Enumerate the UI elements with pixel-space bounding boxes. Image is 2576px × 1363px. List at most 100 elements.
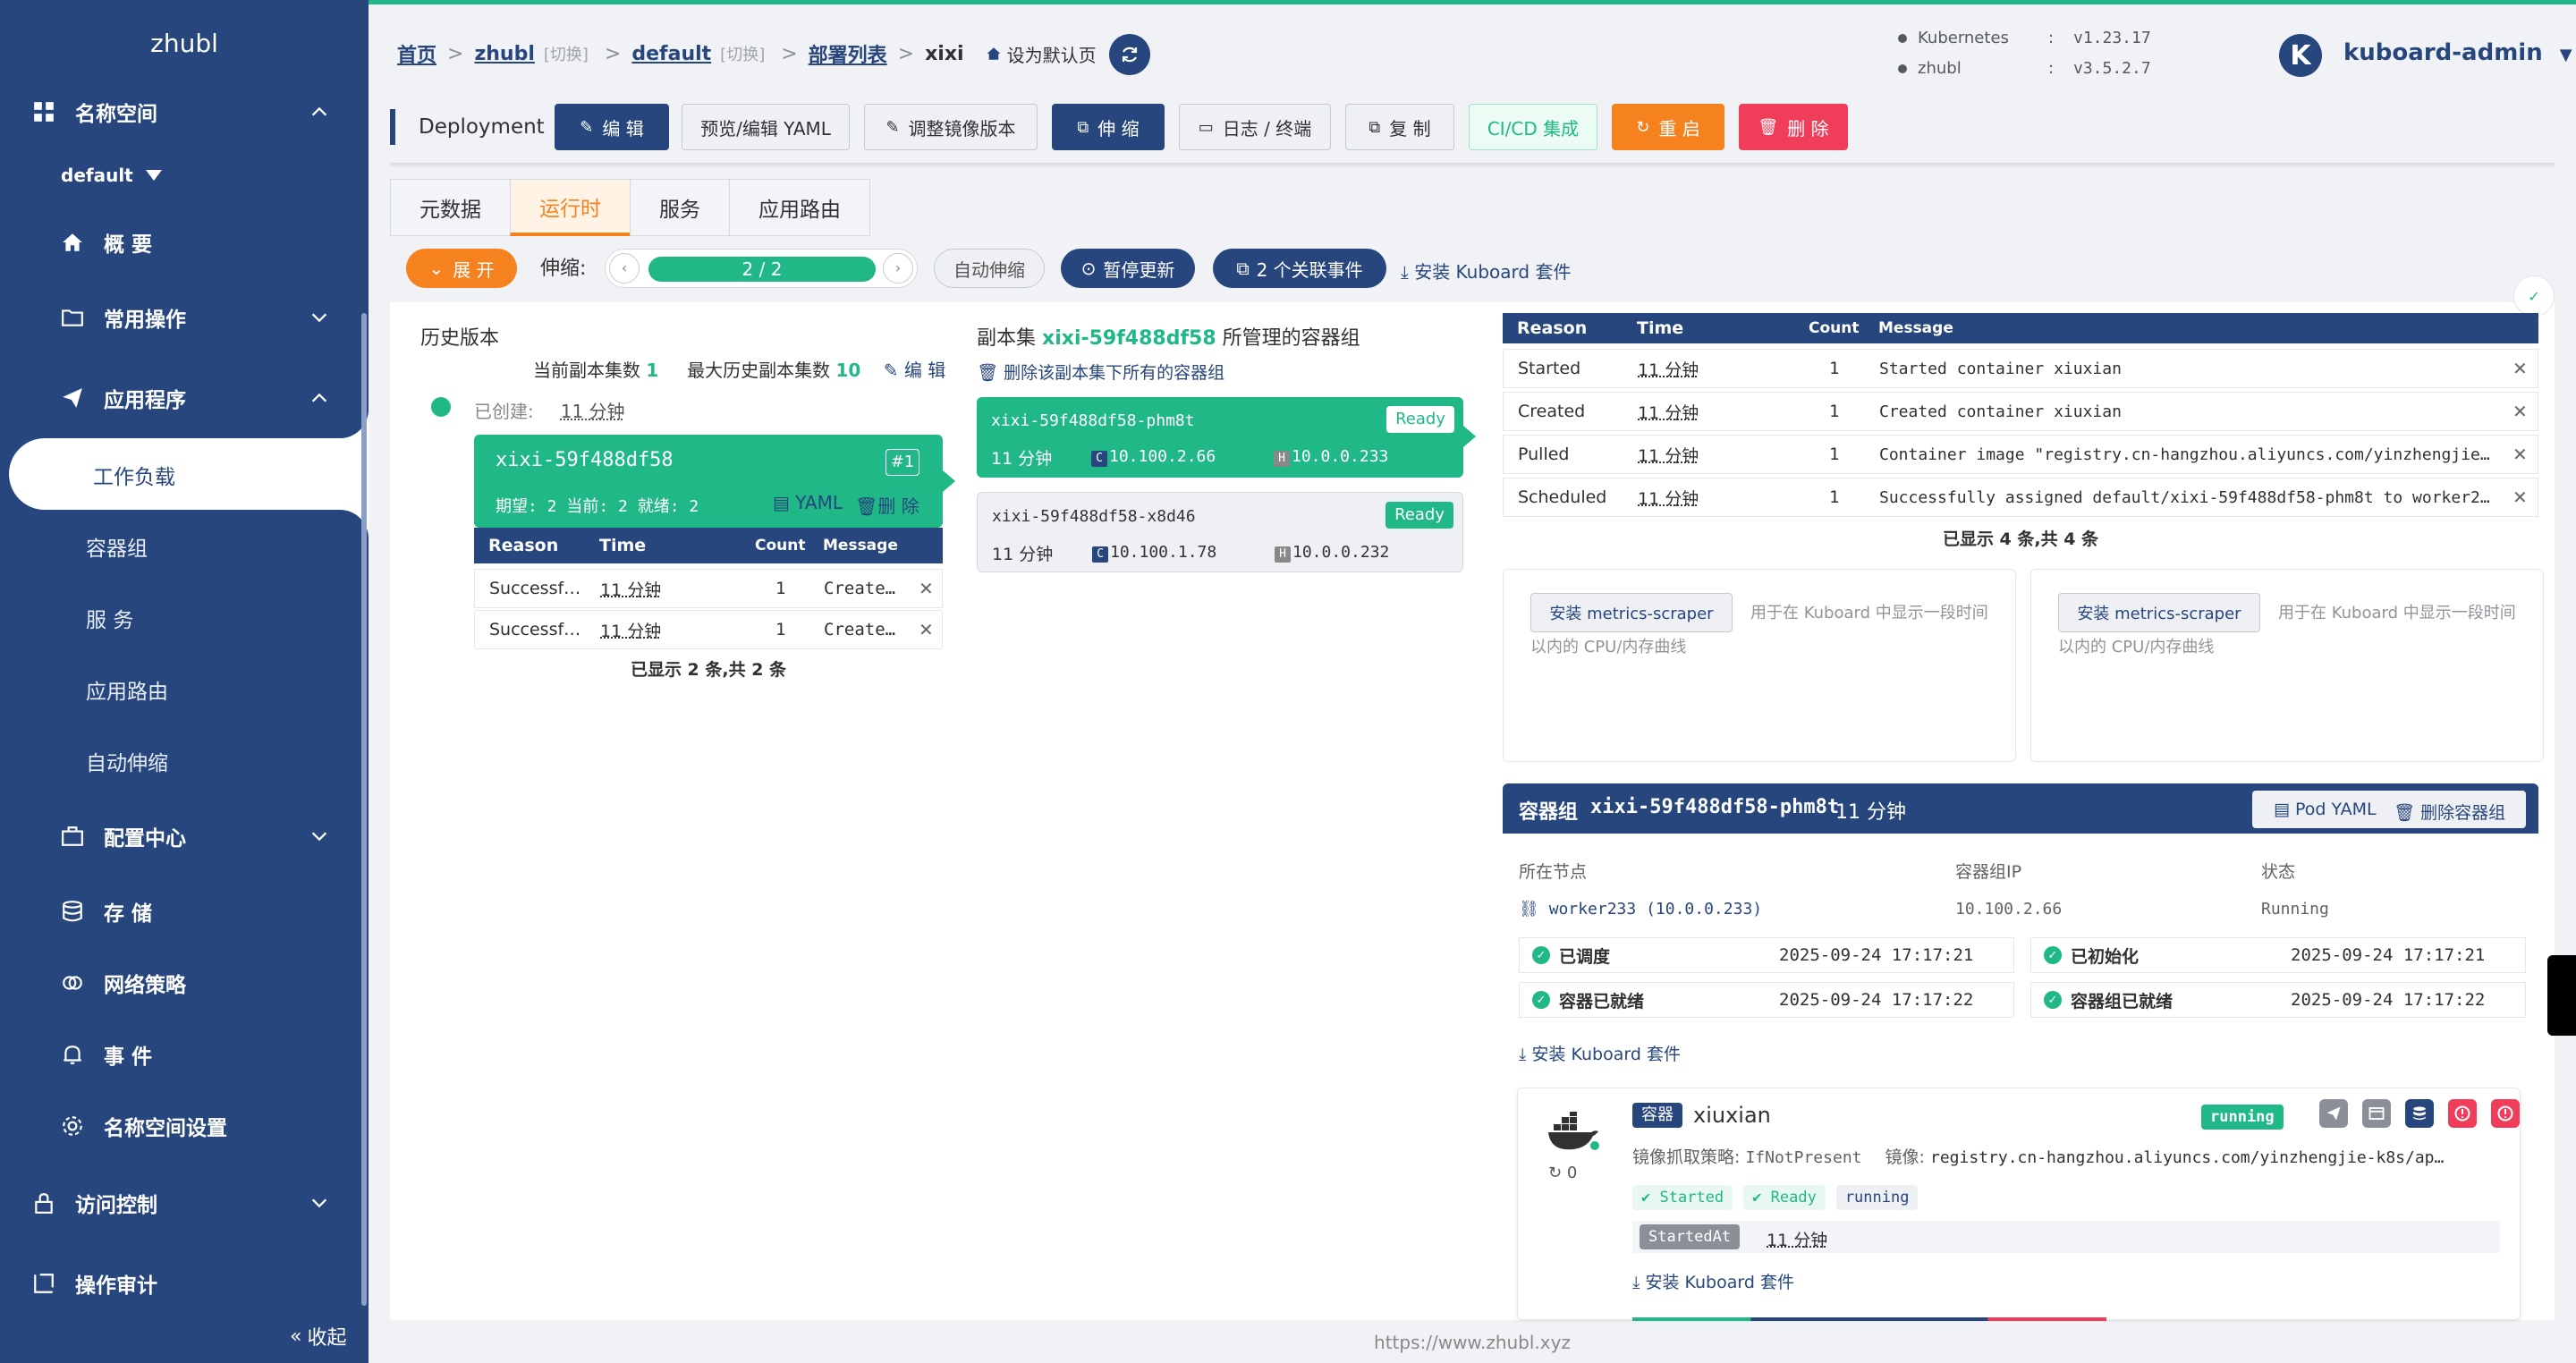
install-kuboard-link[interactable]: ⤓ 安装 Kuboard 套件 [1632,1269,1794,1293]
scale-button[interactable]: ⧉ 伸 缩 [1052,104,1165,150]
trash-icon: 🗑 [977,363,1004,383]
alert-icon[interactable] [2448,1099,2477,1128]
column-header: Count [755,537,806,555]
chevron-up-icon[interactable] [309,102,329,122]
sidebar-item-services[interactable]: 服 务 [86,603,133,633]
sidebar-item-ingress[interactable]: 应用路由 [86,674,168,705]
close-icon[interactable]: ✕ [2512,487,2528,508]
pause-update-button[interactable]: ⊙ 暂停更新 [1061,249,1195,288]
chevron-up-icon[interactable] [309,388,329,408]
replicaset-card[interactable]: xixi-59f488df58 #1 期望: 2 当前: 2 就绪: 2 ▤ Y… [474,435,955,528]
side-panel-tab[interactable] [2547,955,2576,1036]
replica-stepper[interactable]: ‹ 2 / 2 › [605,249,918,288]
check-circle-icon: ✓ [1532,946,1550,964]
condition-label: 容器组已就绪 [2071,991,2174,1012]
delete-all-pods-link[interactable]: 🗑 删除该副本集下所有的容器组 [977,360,1224,384]
collapse-button[interactable]: « 收起 [290,1322,346,1350]
tab-ingress[interactable]: 应用路由 [729,179,870,236]
sidebar-item-ns-settings[interactable]: 名称空间设置 [61,1104,227,1148]
autoscale-button[interactable]: 自动伸缩 [934,249,1045,288]
sidebar-item-netpolicy[interactable]: 网络策略 [61,961,186,1005]
logs-terminal-button[interactable]: ▭ 日志 / 终端 [1179,104,1331,150]
container-ip-icon: C [1092,546,1108,563]
set-default-page-link[interactable]: 设为默认页 [1007,41,1097,67]
decrease-replicas-button[interactable]: ‹ [609,253,640,284]
user-menu[interactable]: kuboard-admin ▼ [2343,39,2572,66]
copy-button[interactable]: ⧉ 复 制 [1345,104,1454,150]
sidebar-scrollbar[interactable] [361,313,367,1306]
sidebar-item-access[interactable]: 访问控制 [32,1181,157,1225]
chevron-down-icon[interactable] [309,1193,329,1213]
install-metrics-scraper-button[interactable]: 安装 metrics-scraper [2058,593,2260,632]
replicaset-status: 期望: 2 当前: 2 就绪: 2 [496,497,699,516]
chevron-right-icon: > [604,42,622,65]
pod-card[interactable]: xixi-59f488df58-x8d46 Ready 11 分钟 C 10.10… [977,492,1463,572]
replicaset-yaml-link[interactable]: ▤ YAML [773,492,843,513]
condition-time: 2025-09-24 17:17:21 [2291,945,2486,965]
switch-namespace-link[interactable]: [切换] [720,42,765,65]
database-icon[interactable] [2405,1099,2434,1128]
close-icon[interactable]: ✕ [2512,444,2528,465]
sidebar-item-autoscale[interactable]: 自动伸缩 [86,746,168,776]
chevron-down-icon[interactable] [309,826,329,846]
namespace-select[interactable]: default [61,165,164,186]
replicaset-delete-link[interactable]: 🗑删 除 [855,492,919,518]
delete-button[interactable]: 🗑 删 除 [1739,104,1848,150]
namespace-value: default [61,165,133,186]
restart-count-value: 0 [1566,1164,1578,1182]
sidebar-item-label: 存 储 [104,902,153,926]
tab-metadata[interactable]: 元数据 [390,179,510,236]
alert-icon[interactable] [2491,1099,2520,1128]
close-icon[interactable]: ✕ [2512,401,2528,422]
event-reason: Created [1518,402,1586,421]
resource-bar [1632,1317,2106,1321]
sidebar-item-events[interactable]: 事 件 [61,1032,152,1077]
avatar[interactable]: K [2279,34,2322,77]
cicd-button[interactable]: CI/CD 集成 [1469,104,1597,150]
restart-button[interactable]: ↻ 重 启 [1612,104,1724,150]
check-icon[interactable]: ✓ [2513,275,2555,317]
sidebar-item-overview[interactable]: 概 要 [61,220,152,265]
tab-services[interactable]: 服务 [630,179,729,236]
close-icon[interactable]: ✕ [2512,358,2528,379]
delete-label: 删 除 [1787,117,1829,140]
install-kuboard-link[interactable]: ⤓ 安装 Kuboard 套件 [1401,258,1571,284]
close-icon[interactable]: ✕ [919,619,934,640]
sidebar-item-apps[interactable]: 应用程序 [61,376,186,420]
switch-cluster-link[interactable]: [切换] [544,42,589,65]
terminal-icon[interactable] [2362,1099,2391,1128]
edit-button[interactable]: ✎ 编 辑 [555,104,669,150]
sidebar-item-pods[interactable]: 容器组 [86,531,148,562]
close-icon[interactable]: ✕ [919,578,934,599]
adjust-image-button[interactable]: ✎ 调整镜像版本 [864,104,1038,150]
breadcrumb-home[interactable]: 首页 [397,39,436,68]
preview-yaml-button[interactable]: 预览/编辑 YAML [682,104,850,150]
sidebar-item-audit[interactable]: 操作审计 [32,1261,157,1306]
image-label: 镜像: [1885,1147,1925,1167]
node-link[interactable]: ⛓ worker233 (10.0.0.233) [1519,900,1762,919]
increase-replicas-button[interactable]: › [883,253,913,284]
related-events-button[interactable]: ⧉ 2 个关联事件 [1213,249,1386,288]
pod-yaml-button[interactable]: ▤ Pod YAML [2274,800,2377,819]
version-value: v1.23.17 [2073,29,2151,47]
install-metrics-scraper-button[interactable]: 安装 metrics-scraper [1530,593,1733,632]
send-icon[interactable] [2319,1099,2348,1128]
chevron-down-icon[interactable] [309,308,329,327]
pod-card-selected[interactable]: xixi-59f488df58-phm8t Ready 11 分钟 C 10.10… [977,397,1476,478]
tab-runtime[interactable]: 运行时 [510,179,630,236]
edit-history-link[interactable]: ✎ 编 辑 [884,360,945,381]
sidebar-item-namespace[interactable]: 名称空间 [32,89,157,134]
refresh-button[interactable] [1109,34,1150,75]
breadcrumb-namespace[interactable]: default [631,43,711,65]
breadcrumb-cluster[interactable]: zhubl [474,43,534,65]
expand-button[interactable]: ⌄ 展 开 [406,249,517,288]
install-kuboard-link[interactable]: ⤓ 安装 Kuboard 套件 [1519,1041,1681,1065]
sidebar-item-common-ops[interactable]: 常用操作 [61,295,186,340]
sidebar-item-config[interactable]: 配置中心 [61,814,186,859]
pod-ip: C 10.100.2.66 [1091,447,1216,467]
sidebar-item-workloads[interactable] [9,438,369,510]
breadcrumb-deployments[interactable]: 部署列表 [809,39,887,68]
delete-pod-button[interactable]: 🗑 删除容器组 [2394,800,2505,824]
sidebar-item-storage[interactable]: 存 储 [61,889,152,934]
sidebar-item-label: 常用操作 [104,309,186,332]
